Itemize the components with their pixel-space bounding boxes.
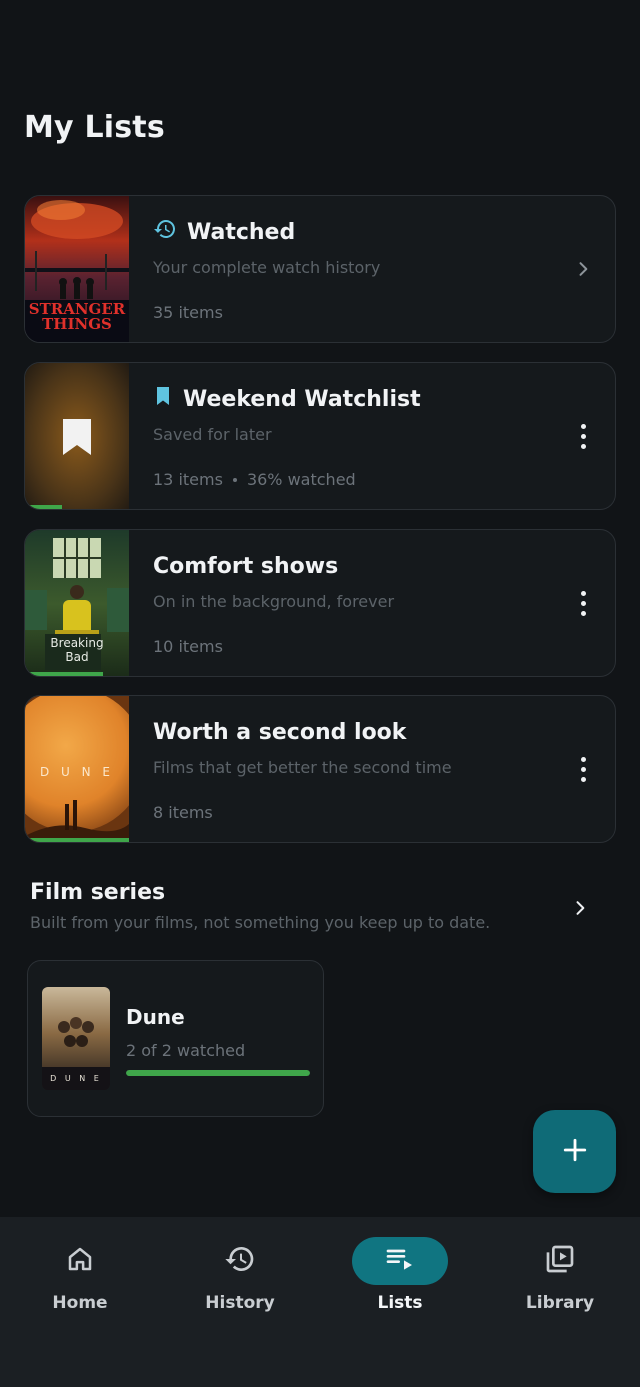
video-library-icon bbox=[544, 1243, 576, 1279]
poster-title-line-2: Bad bbox=[65, 650, 88, 664]
list-title: Weekend Watchlist bbox=[183, 386, 421, 412]
playlist-play-icon bbox=[384, 1243, 416, 1279]
thumbnail-progress-bar bbox=[25, 505, 63, 509]
film-series-card-dune[interactable]: D U N E Dune 2 of 2 watched bbox=[27, 960, 324, 1117]
nav-item-history[interactable]: History bbox=[160, 1217, 320, 1337]
list-watched-percent: 36% watched bbox=[246, 470, 356, 489]
list-title: Comfort shows bbox=[153, 553, 339, 579]
list-card-weekend-watchlist[interactable]: Weekend Watchlist Saved for later 13 ite… bbox=[24, 362, 616, 510]
more-vert-icon[interactable] bbox=[569, 583, 597, 623]
list-card-worth-a-second-look[interactable]: D U N E Worth a second look Films that g… bbox=[24, 695, 616, 843]
page-title: My Lists bbox=[24, 110, 165, 145]
nav-label: Library bbox=[525, 1293, 595, 1313]
more-vert-icon[interactable] bbox=[569, 749, 597, 789]
list-subtitle: On in the background, forever bbox=[153, 592, 395, 611]
more-vert-icon[interactable] bbox=[569, 416, 597, 456]
plus-icon bbox=[562, 1137, 588, 1167]
add-list-button[interactable] bbox=[533, 1110, 616, 1193]
list-subtitle: Films that get better the second time bbox=[153, 758, 452, 777]
list-subtitle: Saved for later bbox=[153, 425, 272, 444]
series-poster: D U N E bbox=[42, 987, 110, 1090]
list-title: Watched bbox=[187, 219, 296, 245]
poster-title: D U N E bbox=[50, 1074, 102, 1083]
film-series-header[interactable]: Film series Built from your films, not s… bbox=[30, 880, 600, 932]
list-thumbnail: D U N E bbox=[25, 696, 129, 842]
section-title: Film series bbox=[30, 880, 166, 905]
list-item-count: 8 items bbox=[153, 803, 213, 822]
history-icon bbox=[153, 217, 177, 247]
chevron-right-icon[interactable] bbox=[569, 249, 597, 289]
list-thumbnail: Breaking Bad bbox=[25, 530, 129, 676]
chevron-right-icon[interactable] bbox=[570, 898, 590, 922]
bottom-navigation: Home History Lists Library bbox=[0, 1217, 640, 1387]
poster-title-line-2: THINGS bbox=[42, 315, 112, 333]
series-progress-fill bbox=[126, 1070, 310, 1076]
nav-item-library[interactable]: Library bbox=[480, 1217, 640, 1337]
nav-label: Lists bbox=[377, 1293, 423, 1313]
history-icon bbox=[224, 1243, 256, 1279]
poster-title-line-1: Breaking bbox=[50, 636, 103, 650]
series-watched-count: 2 of 2 watched bbox=[126, 1041, 246, 1060]
home-icon bbox=[65, 1244, 95, 1278]
thumbnail-progress-bar bbox=[25, 672, 103, 676]
poster-title-line-1: D U N E bbox=[40, 765, 114, 779]
bookmark-icon bbox=[153, 385, 173, 413]
list-thumbnail: STRANGER THINGS bbox=[25, 196, 129, 342]
separator-dot bbox=[232, 477, 237, 482]
list-subtitle: Your complete watch history bbox=[153, 258, 381, 277]
list-card-comfort-shows[interactable]: Breaking Bad Comfort shows On in the bac… bbox=[24, 529, 616, 677]
series-title: Dune bbox=[126, 1005, 185, 1029]
list-item-count: 13 items bbox=[153, 470, 223, 489]
list-thumbnail bbox=[25, 363, 129, 509]
list-title: Worth a second look bbox=[153, 719, 407, 745]
list-item-count: 10 items bbox=[153, 637, 223, 656]
thumbnail-progress-bar bbox=[25, 838, 129, 842]
list-card-watched[interactable]: STRANGER THINGS Watched Your complete wa… bbox=[24, 195, 616, 343]
section-subtitle: Built from your films, not something you… bbox=[30, 913, 491, 932]
list-item-count: 35 items bbox=[153, 303, 223, 322]
nav-item-home[interactable]: Home bbox=[0, 1217, 160, 1337]
series-progress-bar bbox=[126, 1070, 310, 1076]
nav-item-lists[interactable]: Lists bbox=[320, 1217, 480, 1337]
nav-active-indicator bbox=[352, 1237, 448, 1285]
nav-label: Home bbox=[52, 1293, 108, 1313]
nav-label: History bbox=[205, 1293, 275, 1313]
